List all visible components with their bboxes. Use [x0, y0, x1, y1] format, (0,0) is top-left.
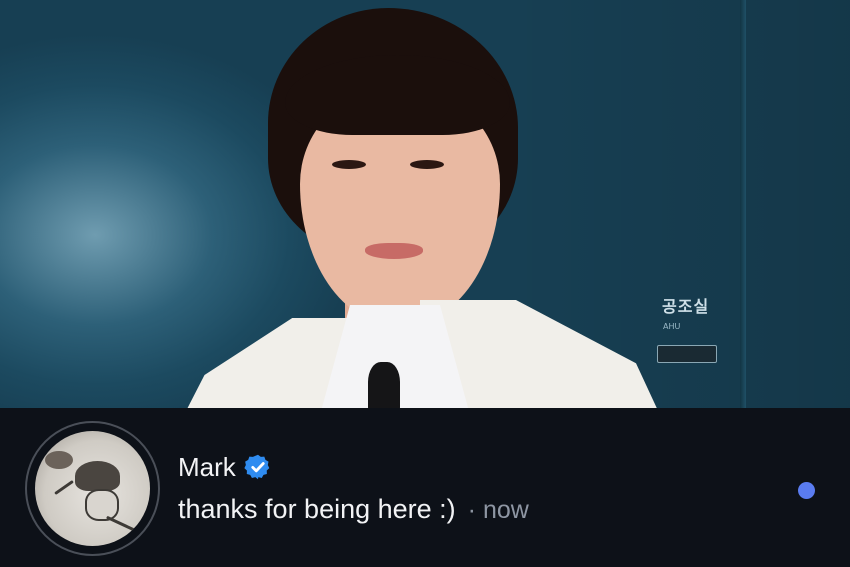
sender-name[interactable]: Mark: [178, 452, 236, 482]
message-meta: · now: [468, 493, 529, 527]
post-photo[interactable]: 공조실 AHU: [0, 0, 850, 408]
person-eye-left: [332, 160, 366, 169]
wall-sign: 공조실: [662, 297, 710, 316]
wall-plate: [657, 345, 717, 363]
avatar-sketch-line: [106, 515, 139, 534]
tie: [368, 362, 400, 408]
sender-row: Mark: [178, 452, 272, 482]
avatar-sketch-face: [85, 489, 119, 521]
avatar-sketch-line: [54, 479, 74, 496]
message-row: thanks for being here :) · now: [178, 492, 529, 527]
timestamp: now: [482, 496, 529, 524]
message-text: thanks for being here :): [178, 494, 456, 524]
person-mouth: [365, 243, 423, 259]
notification-item[interactable]: Mark thanks for being here :) · now: [0, 408, 850, 567]
door-edge: [740, 0, 746, 408]
verified-badge-icon: [244, 454, 270, 480]
meta-separator: ·: [467, 496, 476, 524]
avatar[interactable]: [25, 421, 160, 556]
avatar-sketch-hair: [45, 451, 73, 469]
avatar-sketch-hat: [75, 461, 120, 491]
avatar-image: [35, 431, 150, 546]
wall-sign-sub: AHU: [663, 322, 681, 331]
unread-dot: [798, 482, 815, 499]
person-eye-right: [410, 160, 444, 169]
